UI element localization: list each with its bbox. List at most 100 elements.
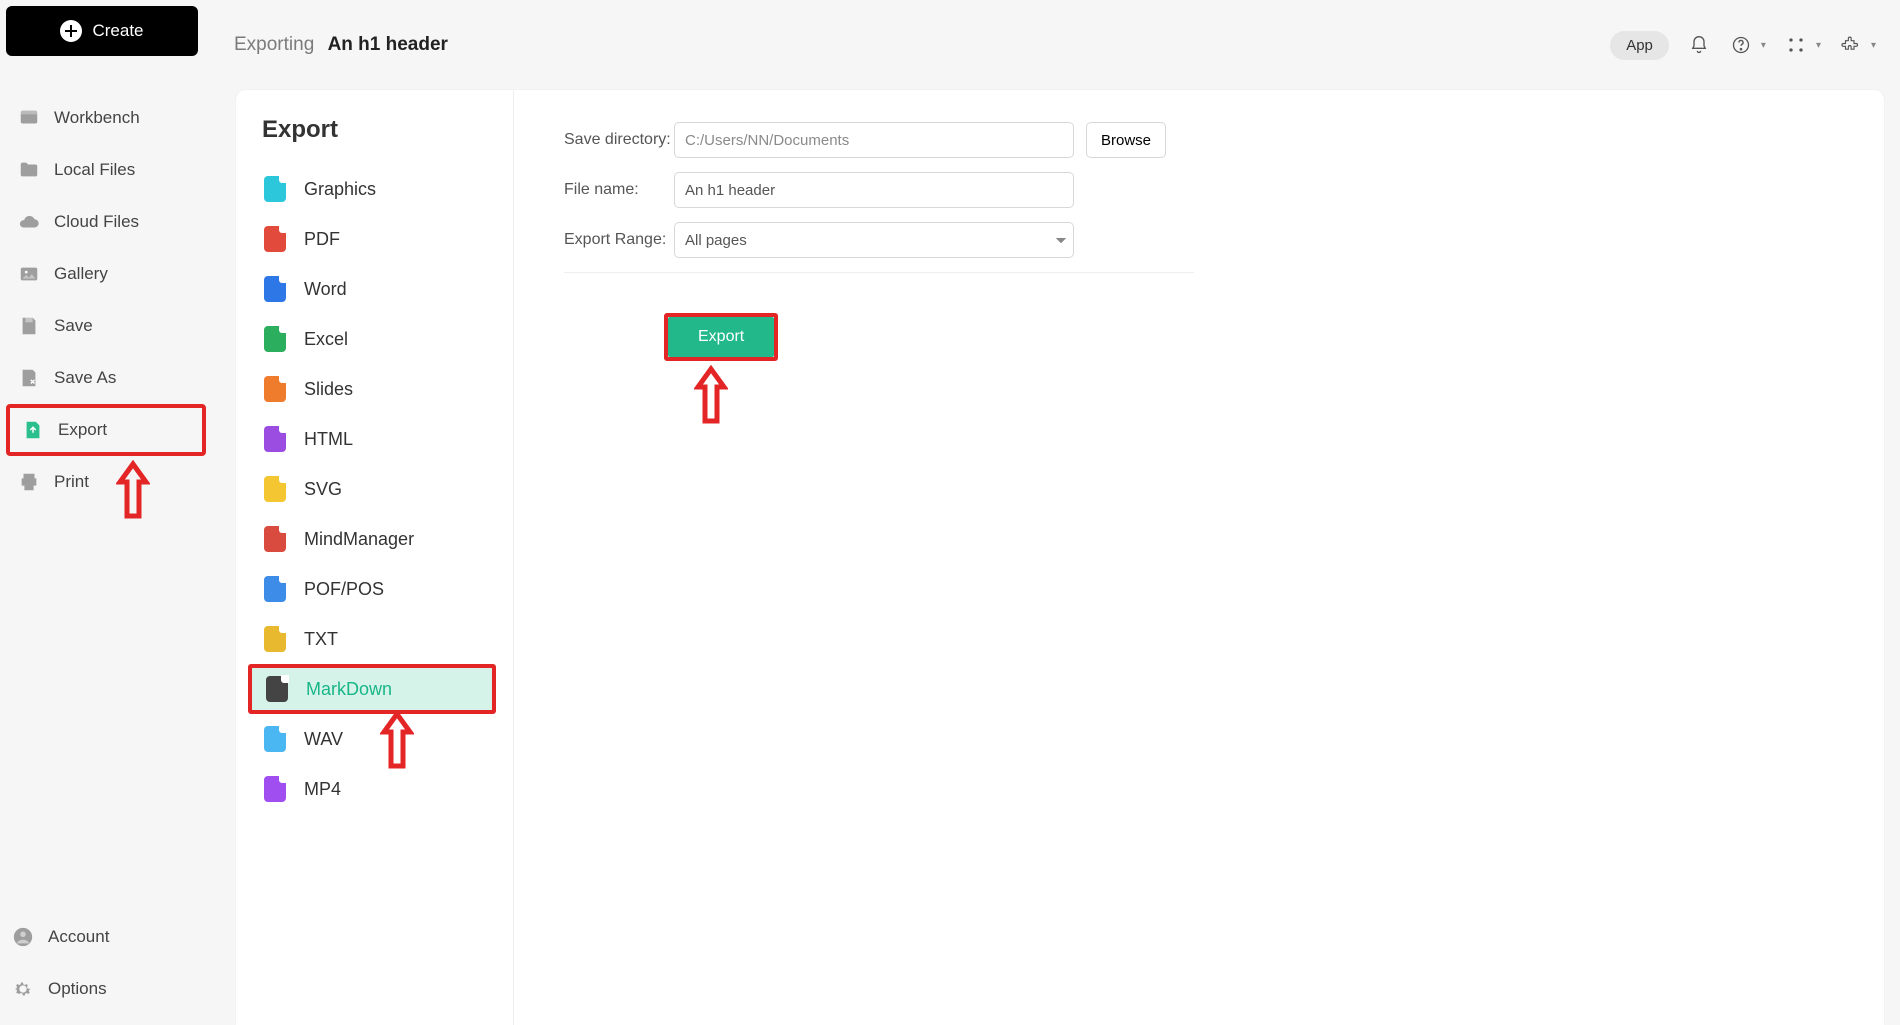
export-type-label: POF/POS	[304, 579, 384, 600]
page-title: An h1 header	[328, 34, 448, 55]
chevron-down-icon[interactable]: ▾	[1871, 40, 1876, 51]
annotation-box-export-button: Export	[664, 313, 778, 361]
export-type-label: Graphics	[304, 179, 376, 200]
file-name-input[interactable]	[674, 172, 1074, 208]
print-icon	[18, 471, 40, 493]
bell-icon[interactable]	[1687, 33, 1711, 57]
sidebar-item-label: Save As	[54, 368, 116, 388]
chevron-down-icon[interactable]: ▾	[1816, 40, 1821, 51]
create-button[interactable]: Create	[6, 6, 198, 56]
export-type-svg[interactable]: SVG	[262, 464, 493, 514]
export-type-pofpos[interactable]: POF/POS	[262, 564, 493, 614]
export-type-label: TXT	[304, 629, 338, 650]
export-range-select[interactable]: All pages	[674, 222, 1074, 258]
workbench-icon	[18, 107, 40, 129]
sidebar-item-label: Gallery	[54, 264, 108, 284]
annotation-arrow-export-button	[694, 365, 728, 425]
file-icon	[264, 176, 286, 202]
export-icon	[22, 419, 44, 441]
export-type-label: MarkDown	[306, 679, 392, 700]
sidebar-item-account[interactable]: Account	[0, 911, 216, 963]
top-actions: App ▾ ▾ ▾	[1610, 31, 1876, 60]
divider	[564, 272, 1194, 273]
export-panel: Export Graphics PDF Word Excel Slides HTML SVG…	[236, 90, 1884, 1025]
export-type-label: SVG	[304, 479, 342, 500]
chevron-down-icon[interactable]: ▾	[1761, 40, 1766, 51]
export-type-label: HTML	[304, 429, 353, 450]
export-form: Save directory: Browse File name: Export…	[514, 90, 1214, 361]
file-icon	[264, 576, 286, 602]
export-type-label: WAV	[304, 729, 343, 750]
export-type-label: Excel	[304, 329, 348, 350]
export-type-word[interactable]: Word	[262, 264, 493, 314]
sidebar-item-label: Print	[54, 472, 89, 492]
file-name-label: File name:	[564, 181, 674, 199]
file-icon	[266, 676, 288, 702]
export-type-label: PDF	[304, 229, 340, 250]
sidebar-item-label: Options	[48, 979, 107, 999]
export-button[interactable]: Export	[668, 317, 774, 357]
grid-icon[interactable]	[1784, 33, 1808, 57]
file-icon	[264, 476, 286, 502]
export-type-mp4[interactable]: MP4	[262, 764, 493, 814]
export-type-graphics[interactable]: Graphics	[262, 164, 493, 214]
file-icon	[264, 776, 286, 802]
breadcrumb-section: Exporting	[234, 34, 314, 55]
file-icon	[264, 726, 286, 752]
help-icon[interactable]	[1729, 33, 1753, 57]
sidebar-item-label: Local Files	[54, 160, 135, 180]
file-icon	[264, 226, 286, 252]
export-type-slides[interactable]: Slides	[262, 364, 493, 414]
export-range-label: Export Range:	[564, 231, 674, 249]
export-type-column: Export Graphics PDF Word Excel Slides HTML SVG…	[236, 90, 514, 1025]
file-icon	[264, 526, 286, 552]
annotation-arrow-markdown	[380, 710, 414, 770]
file-icon	[264, 276, 286, 302]
save-directory-input[interactable]	[674, 122, 1074, 158]
file-icon	[264, 376, 286, 402]
sidebar-item-print[interactable]: Print	[6, 456, 210, 508]
create-label: Create	[92, 21, 143, 41]
file-icon	[264, 326, 286, 352]
export-type-txt[interactable]: TXT	[262, 614, 493, 664]
sidebar-item-gallery[interactable]: Gallery	[6, 248, 210, 300]
sidebar-item-label: Cloud Files	[54, 212, 139, 232]
file-icon	[264, 626, 286, 652]
app-pill[interactable]: App	[1610, 31, 1669, 60]
plus-icon	[60, 20, 82, 42]
export-type-excel[interactable]: Excel	[262, 314, 493, 364]
sidebar-item-options[interactable]: Options	[0, 963, 216, 1015]
sidebar-item-label: Export	[58, 420, 107, 440]
sidebar-item-save[interactable]: Save	[6, 300, 210, 352]
sidebar-item-label: Account	[48, 927, 109, 947]
folder-icon	[18, 159, 40, 181]
sidebar-item-workbench[interactable]: Workbench	[6, 92, 210, 144]
file-icon	[264, 426, 286, 452]
export-type-markdown[interactable]: MarkDown	[248, 664, 496, 714]
sidebar-item-cloudfiles[interactable]: Cloud Files	[6, 196, 210, 248]
account-icon	[12, 926, 34, 948]
export-type-label: Slides	[304, 379, 353, 400]
export-type-label: Word	[304, 279, 347, 300]
gear-icon	[12, 978, 34, 1000]
sidebar-item-export[interactable]: Export	[6, 404, 206, 456]
sidebar-item-saveas[interactable]: Save As	[6, 352, 210, 404]
sidebar-item-label: Workbench	[54, 108, 140, 128]
topbar: Exporting An h1 header App ▾ ▾ ▾	[216, 0, 1900, 90]
sidebar-nav: Workbench Local Files Cloud Files Gallery Sa…	[6, 92, 210, 508]
save-icon	[18, 315, 40, 337]
sidebar-item-localfiles[interactable]: Local Files	[6, 144, 210, 196]
sidebar: Create Workbench Local Files Cloud Files Ga…	[0, 0, 216, 1025]
saveas-icon	[18, 367, 40, 389]
export-heading: Export	[262, 116, 493, 144]
export-type-label: MP4	[304, 779, 341, 800]
puzzle-icon[interactable]	[1839, 33, 1863, 57]
export-type-mindmanager[interactable]: MindManager	[262, 514, 493, 564]
breadcrumb: Exporting An h1 header	[234, 34, 448, 56]
sidebar-item-label: Save	[54, 316, 93, 336]
cloud-icon	[18, 211, 40, 233]
export-type-wav[interactable]: WAV	[262, 714, 493, 764]
export-type-html[interactable]: HTML	[262, 414, 493, 464]
browse-button[interactable]: Browse	[1086, 122, 1166, 158]
export-type-pdf[interactable]: PDF	[262, 214, 493, 264]
